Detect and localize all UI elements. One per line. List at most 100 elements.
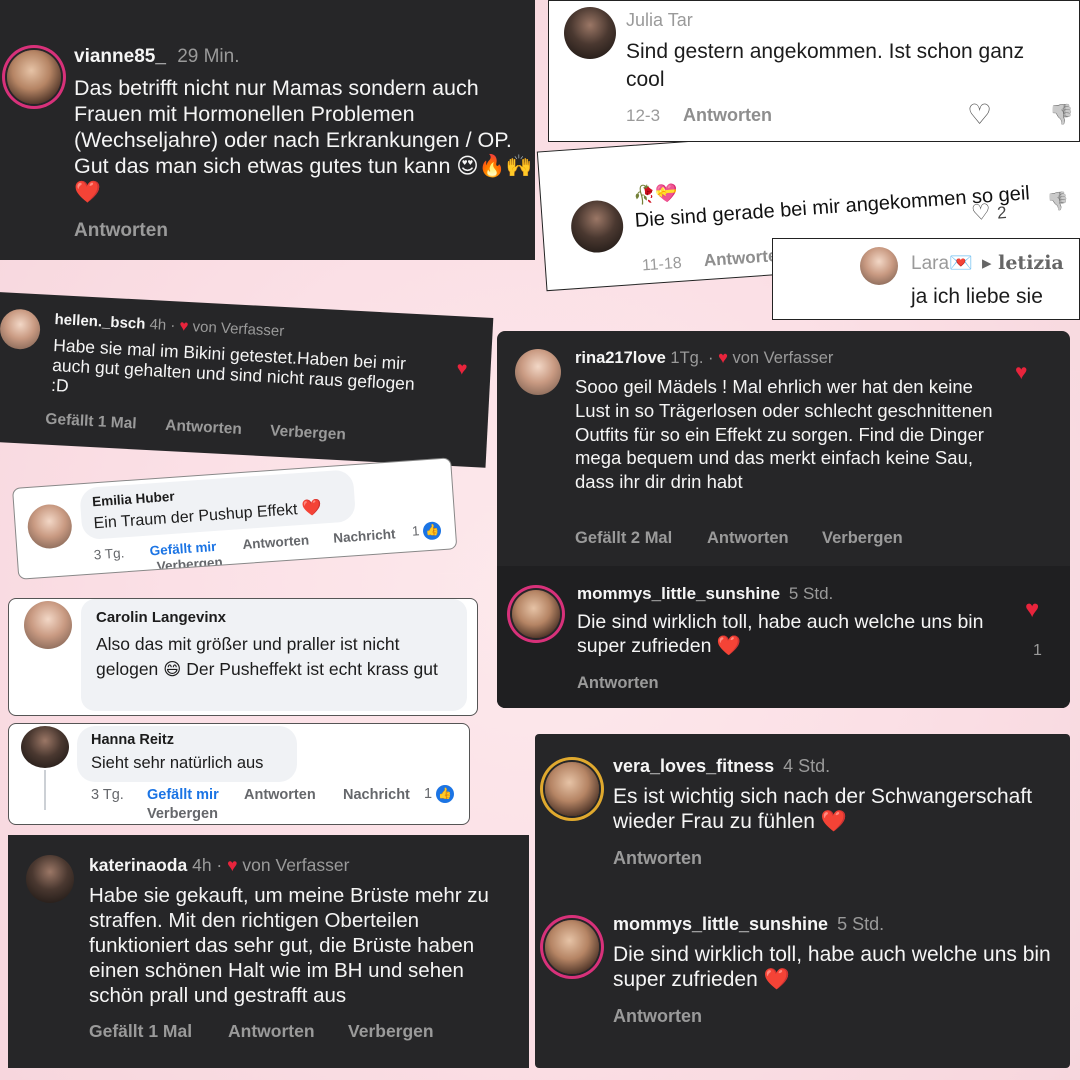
- thumbs-down-icon[interactable]: 👎: [1049, 102, 1074, 127]
- comment-header: katerinaoda 4h · ♥ von Verfasser: [89, 855, 349, 876]
- reply-button[interactable]: Antworten: [577, 674, 659, 693]
- comment-bubble: Hanna Reitz Sieht sehr natürlich aus: [77, 726, 297, 782]
- like-heart-icon[interactable]: ♥: [456, 358, 468, 380]
- username[interactable]: Julia Tar: [626, 10, 693, 31]
- reply-button[interactable]: Antworten: [165, 417, 242, 439]
- reply-button[interactable]: Antworten: [613, 848, 702, 869]
- hide-button[interactable]: Verbergen: [156, 555, 223, 575]
- comment-header: rina217love 1Tg. · ♥ von Verfasser: [575, 349, 833, 368]
- timestamp: 5 Std.: [837, 914, 885, 934]
- reply-button[interactable]: Antworten: [244, 787, 316, 803]
- comment-header: vera_loves_fitness 4 Std.: [613, 756, 830, 777]
- author-heart-icon: ♥: [227, 855, 238, 875]
- message-button[interactable]: Nachricht: [333, 526, 396, 545]
- comment-text: Das betrifft nicht nur Mamas sondern auc…: [74, 76, 533, 204]
- comment-card-vianne85: vianne85_ 29 Min. Das betrifft nicht nur…: [0, 0, 535, 260]
- avatar[interactable]: [860, 247, 898, 285]
- comment-text: Sieht sehr natürlich aus: [91, 754, 264, 772]
- comment-card-emilia-huber: Emilia Huber Ein Traum der Pushup Effekt…: [12, 457, 458, 580]
- username[interactable]: Lara💌: [911, 253, 973, 274]
- username[interactable]: katerinaoda: [89, 855, 187, 875]
- reply-button[interactable]: Antworten: [74, 220, 168, 242]
- avatar[interactable]: [26, 855, 74, 903]
- like-count-group: 1 👍: [424, 785, 455, 803]
- heart-outline-icon[interactable]: ♡: [970, 199, 991, 225]
- like-count-group: 1 👍: [411, 521, 442, 541]
- author-badge: von Verfasser: [732, 349, 834, 367]
- username[interactable]: mommys_little_sunshine: [613, 914, 828, 934]
- comment-text: Es ist wichtig sich nach der Schwangersc…: [613, 785, 1033, 833]
- comment-text: Habe sie gekauft, um meine Brüste mehr z…: [89, 884, 489, 1007]
- reply-button[interactable]: Antworten: [707, 529, 789, 548]
- like-heart-icon[interactable]: ♥: [1025, 596, 1039, 624]
- comment-card-katerinaoda: katerinaoda 4h · ♥ von Verfasser Habe si…: [8, 835, 529, 1068]
- comment-card-hanna-reitz: Hanna Reitz Sieht sehr natürlich aus 3 T…: [8, 723, 470, 825]
- timestamp: 29 Min.: [177, 46, 240, 67]
- avatar[interactable]: [545, 762, 599, 816]
- avatar[interactable]: [512, 590, 560, 638]
- timestamp: 4 Std.: [783, 756, 831, 776]
- like-button[interactable]: Gefällt mir: [147, 787, 219, 803]
- like-count: 2: [996, 202, 1008, 223]
- username[interactable]: vera_loves_fitness: [613, 756, 774, 776]
- thumbs-up-icon: 👍: [436, 785, 455, 803]
- date: 11-18: [641, 254, 683, 275]
- avatar[interactable]: [545, 920, 599, 974]
- author-badge: von Verfasser: [192, 318, 285, 341]
- reply-section: mommys_little_sunshine 5 Std. Die sind w…: [497, 566, 1070, 708]
- avatar[interactable]: [26, 502, 74, 550]
- hide-button[interactable]: Verbergen: [348, 1021, 434, 1042]
- avatar[interactable]: [564, 7, 616, 59]
- username[interactable]: mommys_little_sunshine: [577, 584, 780, 603]
- comment-header: hellen._bsch 4h · ♥ von Verfasser: [54, 311, 284, 340]
- like-count: 1: [424, 785, 433, 802]
- like-count[interactable]: Gefällt 1 Mal: [89, 1021, 192, 1042]
- avatar[interactable]: [0, 308, 42, 351]
- username[interactable]: Emilia Huber: [92, 489, 175, 510]
- avatar[interactable]: [21, 726, 69, 768]
- avatar[interactable]: [515, 349, 561, 395]
- username[interactable]: Hanna Reitz: [91, 732, 174, 748]
- emoji-name[interactable]: 🥀💝: [632, 183, 678, 207]
- timestamp: 4h ·: [192, 855, 223, 875]
- hide-button[interactable]: Verbergen: [147, 806, 218, 822]
- thumbs-up-icon: 👍: [422, 521, 442, 541]
- like-count[interactable]: Gefällt 1 Mal: [45, 411, 137, 434]
- username[interactable]: rina217love: [575, 349, 666, 367]
- comment-header: vianne85_ 29 Min.: [74, 46, 240, 68]
- heart-outline-icon[interactable]: ♡: [967, 98, 992, 131]
- reply-button[interactable]: Antworten: [683, 105, 772, 126]
- comment-header: mommys_little_sunshine 5 Std.: [577, 584, 833, 604]
- timestamp: 1Tg. ·: [670, 349, 714, 367]
- comment-header: mommys_little_sunshine 5 Std.: [613, 914, 884, 935]
- comment-text: ja ich liebe sie: [911, 285, 1043, 308]
- avatar[interactable]: [7, 50, 61, 104]
- comment-text: Habe sie mal im Bikini getestet.Haben be…: [50, 334, 416, 396]
- like-heart-icon[interactable]: ♥: [1015, 361, 1027, 385]
- avatar[interactable]: [24, 601, 72, 649]
- timestamp: 4h ·: [149, 315, 176, 335]
- like-count[interactable]: Gefällt 2 Mal: [575, 529, 672, 548]
- username[interactable]: hellen._bsch: [54, 311, 146, 333]
- message-button[interactable]: Nachricht: [343, 787, 410, 803]
- reply-button[interactable]: Antworten: [242, 532, 310, 552]
- hide-button[interactable]: Verbergen: [822, 529, 903, 548]
- comment-bubble: Carolin Langevinx Also das mit größer un…: [81, 599, 467, 711]
- avatar[interactable]: [569, 198, 625, 255]
- comment-card-hellen: hellen._bsch 4h · ♥ von Verfasser Habe s…: [0, 292, 494, 468]
- comment-text: Die sind wirklich toll, habe auch welche…: [577, 611, 984, 657]
- comment-card-carolin: Carolin Langevinx Also das mit größer un…: [8, 598, 478, 716]
- reply-button[interactable]: Antworten: [613, 1006, 702, 1027]
- username[interactable]: Carolin Langevinx: [96, 609, 226, 626]
- comment-card-julia-tar: Julia Tar Sind gestern angekommen. Ist s…: [548, 0, 1080, 142]
- mention[interactable]: ▸ letizia: [982, 252, 1064, 274]
- comment-text: Sind gestern angekommen. Ist schon ganz …: [626, 40, 1025, 91]
- reply-button[interactable]: Antworten: [228, 1021, 315, 1042]
- username[interactable]: vianne85_: [74, 46, 166, 67]
- thumbs-down-icon[interactable]: 👎: [1046, 191, 1070, 214]
- author-badge: von Verfasser: [242, 855, 350, 875]
- like-count: 1: [1033, 642, 1042, 659]
- hide-button[interactable]: Verbergen: [270, 422, 347, 444]
- thread-line: [44, 770, 46, 810]
- author-heart-icon: ♥: [179, 317, 189, 336]
